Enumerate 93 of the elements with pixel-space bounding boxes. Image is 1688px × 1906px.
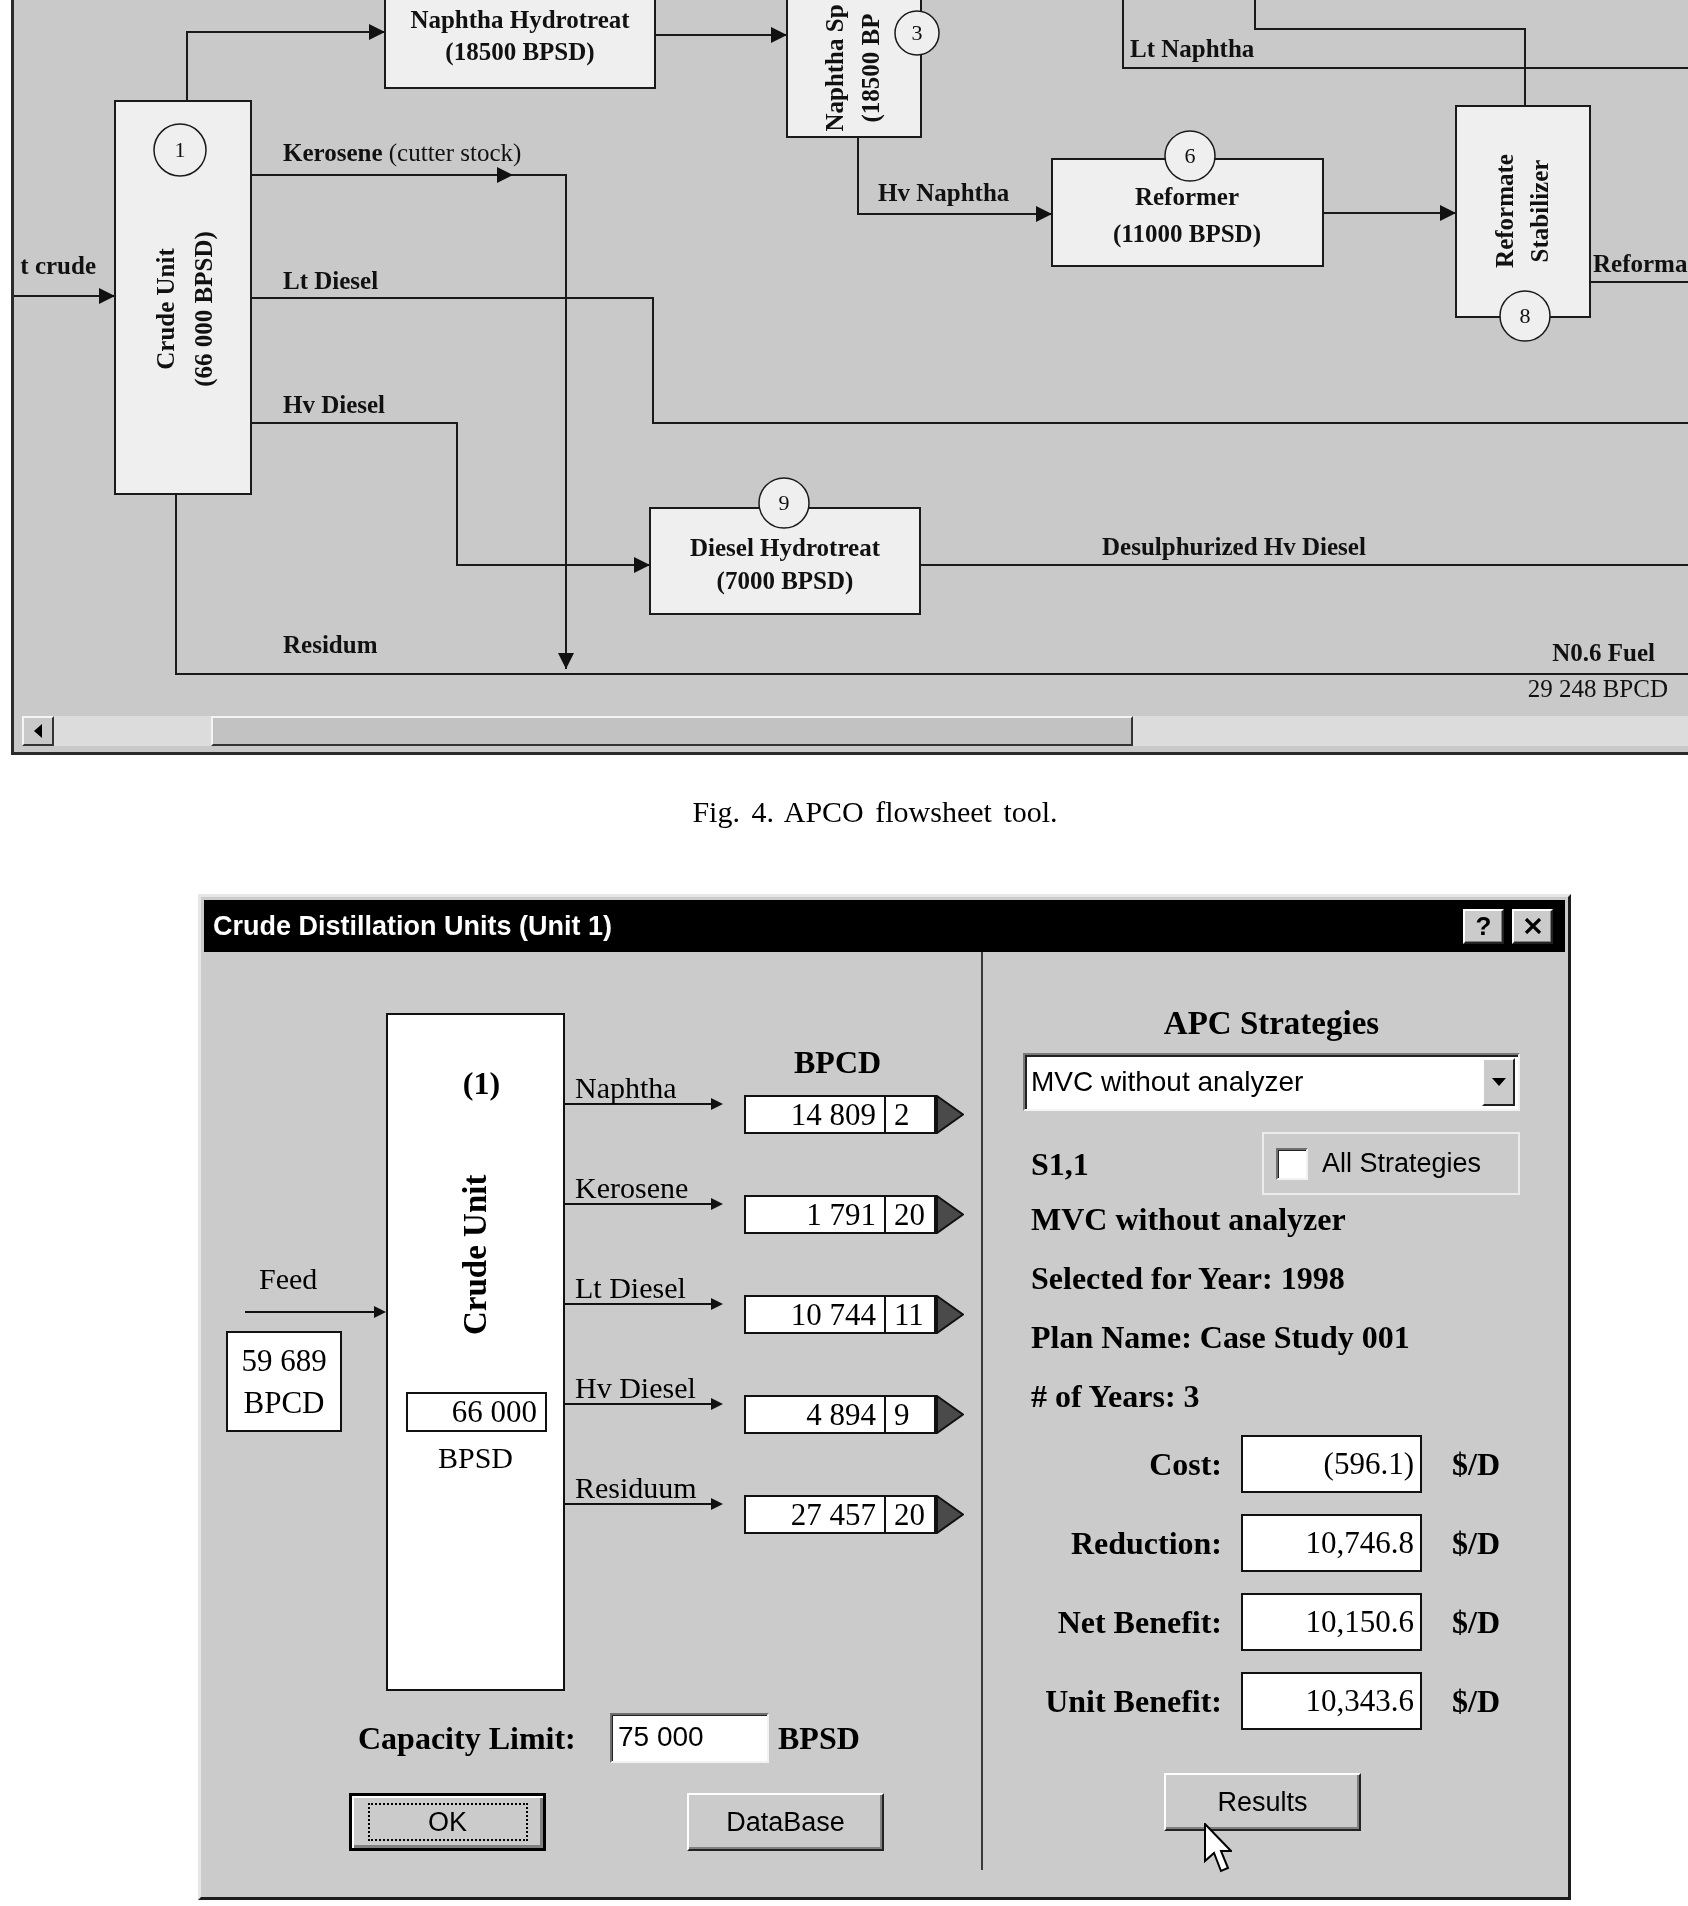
stream-label: Lt Diesel (283, 267, 379, 294)
unit-name: Crude Unit (456, 1173, 494, 1337)
tag-field: 20 (885, 1194, 936, 1234)
capacity-limit-unit: BPSD (778, 1719, 860, 1758)
mouse-pointer-icon (1204, 1823, 1232, 1873)
capacity-field: 66 000 (406, 1392, 547, 1432)
scrollbar-thumb[interactable] (211, 716, 1133, 746)
flow-field: 27 457 (744, 1494, 885, 1534)
unit-label: Reformate (1491, 154, 1518, 268)
capacity-unit: BPSD (436, 1440, 514, 1476)
metric-field: 10,343.6 (1241, 1672, 1422, 1730)
detail-text: Plan Name: Case Study 001 (1030, 1318, 1411, 1357)
flow-field: 10 744 (744, 1294, 885, 1334)
stream-label: Naphtha (575, 1073, 677, 1103)
caret-down-icon (1491, 1078, 1506, 1086)
tag-field: 2 (885, 1094, 936, 1134)
stream-label: t crude (20, 252, 96, 279)
unit-number-circle: 9 (758, 477, 810, 529)
close-button[interactable] (1512, 908, 1553, 944)
scroll-left-button[interactable] (22, 716, 54, 746)
metric-label: Net Benefit: (1056, 1603, 1222, 1642)
product-flow: 29 248 BPCD (1527, 675, 1668, 702)
unit-label: Reformer (1134, 183, 1240, 210)
stream-label: Hv Diesel (575, 1373, 696, 1403)
metric-field: 10,150.6 (1241, 1593, 1422, 1651)
unit-label: (18500 BP (857, 13, 884, 123)
flow-field: 4 894 (744, 1394, 885, 1434)
unit-number-circle: 8 (1499, 290, 1551, 342)
metric-unit: $/D (1452, 1524, 1501, 1563)
unit-number-circle: 1 (153, 123, 207, 177)
caret-left-icon (34, 724, 42, 738)
checkbox-label: All Strategies (1322, 1147, 1482, 1181)
dialog-button[interactable]: DataBase (687, 1793, 884, 1851)
unit-number: (1) (461, 1064, 502, 1103)
triangle-pointer-icon (936, 1194, 964, 1234)
close-icon (1523, 918, 1542, 934)
results-button[interactable]: Results (1164, 1773, 1361, 1831)
unit-label: Crude Unit (152, 248, 179, 370)
detail-text: MVC without analyzer (1030, 1200, 1347, 1239)
flow-field: 1 791 (744, 1194, 885, 1234)
metric-unit: $/D (1452, 1445, 1501, 1484)
triangle-pointer-icon (936, 1494, 964, 1534)
capacity-limit-field[interactable]: 75 000 (610, 1713, 769, 1763)
triangle-pointer-icon (936, 1294, 964, 1334)
help-button[interactable]: ? (1463, 908, 1504, 944)
unit-number-circle: 6 (1164, 130, 1216, 182)
stream-label: Reforma (1593, 250, 1688, 277)
unit-label: (7000 BPSD) (716, 567, 854, 594)
capacity-limit-label: Capacity Limit: (358, 1719, 577, 1758)
detail-text: # of Years: 3 (1030, 1377, 1201, 1416)
stream-label: Residuum (575, 1473, 697, 1503)
product-label: N0.6 Fuel (1552, 639, 1655, 666)
unit-label: Diesel Hydrotreat (690, 534, 880, 561)
stream-label: Lt Naphtha (1130, 35, 1255, 62)
tag-field: 20 (885, 1494, 936, 1534)
column-heading: BPCD (794, 1043, 882, 1082)
figure-caption: Fig. 4. APCO flowsheet tool. (691, 794, 1059, 830)
metric-label: Reduction: (1069, 1524, 1222, 1563)
unit-label: Naphtha Hydrotreat (410, 6, 630, 33)
section-heading: APC Strategies (1162, 1004, 1381, 1043)
dialog-button[interactable]: OK (349, 1793, 546, 1851)
metric-unit: $/D (1452, 1682, 1501, 1721)
metric-field: (596.1) (1241, 1435, 1422, 1493)
unit-label: (66 000 BPSD) (190, 231, 217, 387)
window-title: Crude Distillation Units (Unit 1) (213, 909, 613, 943)
stream-label: Residum (283, 631, 378, 658)
stream-label: Hv Naphtha (878, 179, 1010, 206)
stream-label: Kerosene (cutter stock) (283, 139, 522, 166)
unit-number-circle: 3 (894, 10, 940, 56)
stream-label: Lt Diesel (575, 1273, 686, 1303)
triangle-pointer-icon (936, 1094, 964, 1134)
detail-text: Selected for Year: 1998 (1030, 1259, 1346, 1298)
triangle-pointer-icon (936, 1394, 964, 1434)
stream-label: Desulphurized Hv Diesel (1102, 533, 1366, 560)
feed-value: 59 689 (241, 1341, 327, 1380)
feed-unit: BPCD (243, 1383, 325, 1422)
checkbox[interactable] (1276, 1147, 1308, 1180)
feed-label: Feed (259, 1262, 318, 1296)
metric-label: Cost: (1148, 1445, 1222, 1484)
unit-label: (18500 BPSD) (445, 38, 595, 65)
metric-field: 10,746.8 (1241, 1514, 1422, 1572)
metric-unit: $/D (1452, 1603, 1501, 1642)
unit-label: Stabilizer (1526, 159, 1553, 263)
tag-field: 11 (885, 1294, 936, 1334)
unit-label: Naphtha Sp (821, 4, 848, 132)
unit-label: (11000 BPSD) (1113, 220, 1261, 247)
stream-label: Kerosene (575, 1173, 689, 1203)
tag-field: 9 (885, 1394, 936, 1434)
strategy-dropdown[interactable]: MVC without analyzer (1023, 1053, 1520, 1111)
metric-label: Unit Benefit: (1044, 1682, 1222, 1721)
stream-label: Hv Diesel (283, 391, 386, 418)
flow-field: 14 809 (744, 1094, 885, 1134)
strategy-code: S1,1 (1030, 1144, 1089, 1184)
